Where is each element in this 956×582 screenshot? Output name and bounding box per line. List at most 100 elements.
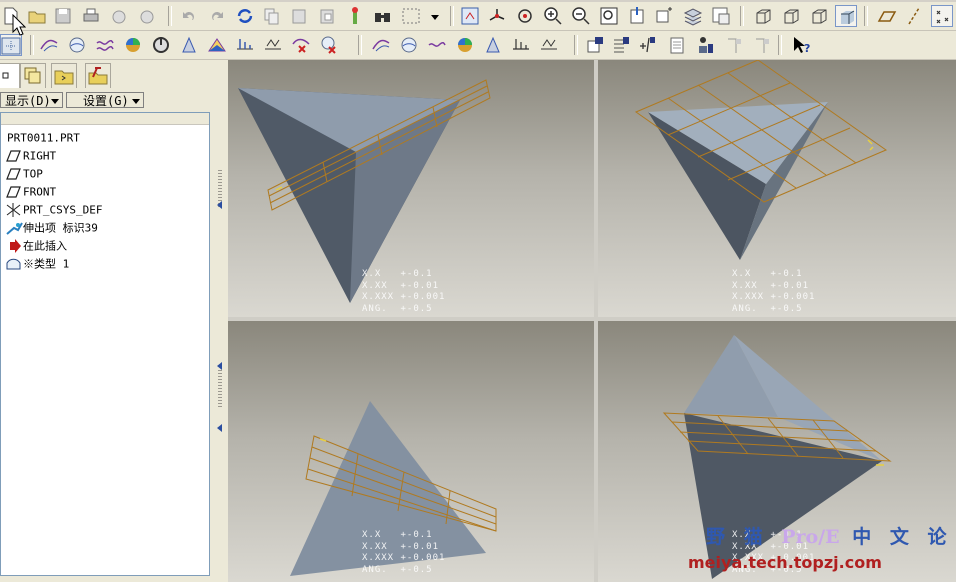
navigator-panel: 显示(D) 设置(G) PRT0011.PRT RIGHT TOP FRONT … (0, 60, 214, 582)
zoom-in-icon[interactable] (542, 5, 564, 27)
shaded-curvature-icon[interactable] (454, 34, 476, 56)
axis-display-icon[interactable] (903, 5, 925, 27)
orient-icon[interactable] (514, 5, 536, 27)
hidden-line-icon[interactable] (780, 5, 802, 27)
tree-node-top-plane[interactable]: TOP (5, 165, 43, 182)
sketch-icon[interactable] (178, 34, 200, 56)
datum-curve-icon[interactable] (94, 34, 116, 56)
chevron-down-icon (132, 99, 140, 104)
datum-plane-icon (5, 149, 23, 163)
tree-node-label: TOP (23, 167, 43, 181)
tolerance-line: X.X +-0.1 (362, 530, 433, 540)
dropdown-icon[interactable] (424, 5, 439, 27)
surface-analysis-icon[interactable] (290, 34, 312, 56)
named-view-icon[interactable] (682, 5, 704, 27)
tree-node-front-plane[interactable]: FRONT (5, 183, 56, 200)
zoom-out-icon[interactable] (570, 5, 592, 27)
spin-center-icon[interactable] (486, 5, 508, 27)
settings-menu[interactable]: 设置(G) (66, 92, 144, 108)
info-model-icon[interactable] (610, 34, 632, 56)
whats-this-icon[interactable]: ? (790, 34, 812, 56)
tree-node-label: PRT0011.PRT (7, 131, 80, 145)
reflection-icon[interactable] (510, 34, 532, 56)
layers-icon[interactable] (654, 5, 676, 27)
mail-icon[interactable] (136, 5, 158, 27)
brand-prefix: 野 猫 (706, 526, 769, 548)
datum-csys-icon[interactable] (150, 34, 172, 56)
open-icon[interactable] (26, 5, 48, 27)
copy-icon[interactable] (260, 5, 282, 27)
mouse-cursor-icon (12, 14, 26, 36)
plane-display-icon[interactable] (876, 5, 898, 27)
tolerance-block: X.X +-0.1 X.XX +-0.01 X.XXX +-0.001 ANG. +-… (732, 269, 815, 315)
folder-tab[interactable] (51, 63, 77, 88)
tree-node-csys[interactable]: PRT_CSYS_DEF (5, 201, 102, 218)
curvature-icon[interactable] (262, 34, 284, 56)
datum-point-icon[interactable] (122, 34, 144, 56)
info-feature-icon[interactable] (584, 34, 606, 56)
tolerance-line: X.X +-0.1 (732, 269, 803, 279)
datum-plane-icon[interactable] (38, 34, 60, 56)
slope-icon[interactable] (482, 34, 504, 56)
favorites-tab[interactable] (85, 63, 111, 88)
model-tree-icon[interactable] (710, 5, 732, 27)
refit-icon[interactable] (598, 5, 620, 27)
panel-splitter[interactable] (214, 60, 228, 582)
sketcher-grid-icon[interactable] (0, 34, 22, 56)
paste-icon[interactable] (288, 5, 310, 27)
find-icon[interactable] (372, 5, 394, 27)
viewport-bottom-left[interactable]: X.X +-0.1 X.XX +-0.01 X.XXX +-0.001 ANG. +-… (228, 321, 594, 582)
no-hidden-icon[interactable] (808, 5, 830, 27)
print-icon[interactable] (80, 5, 102, 27)
tree-node-label: PRT_CSYS_DEF (23, 203, 103, 217)
select-box-icon[interactable] (400, 5, 422, 27)
display-menu[interactable]: 显示(D) (0, 92, 63, 108)
layers-tab[interactable] (20, 63, 46, 88)
undo-icon[interactable] (178, 5, 200, 27)
repaint-icon[interactable] (626, 5, 648, 27)
regenerate-icon[interactable] (234, 5, 256, 27)
tree-node-right-plane[interactable]: RIGHT (5, 147, 56, 164)
point-display-icon[interactable] (931, 5, 953, 27)
tolerance-line: X.XXX +-0.001 (362, 292, 446, 302)
paste-special-icon[interactable] (316, 5, 338, 27)
analysis-measure-icon[interactable] (538, 34, 560, 56)
draft-analysis-icon[interactable] (318, 34, 340, 56)
collapse-left-icon[interactable] (217, 424, 222, 432)
tree-node-part[interactable]: PRT0011.PRT (0, 129, 80, 146)
tolerance-line: ANG. +-0.5 (362, 303, 433, 314)
wireframe-icon[interactable] (752, 5, 774, 27)
forum-url: meiya.tech.topzj.com (688, 553, 882, 572)
graphics-area[interactable]: X.X +-0.1 X.XX +-0.01 X.XXX +-0.001 ANG. +-… (228, 60, 956, 582)
measure-icon[interactable] (234, 34, 256, 56)
collapse-left-icon[interactable] (217, 201, 222, 209)
collapse-left-icon[interactable] (217, 362, 222, 370)
delete-icon[interactable] (344, 5, 366, 27)
save-icon[interactable] (52, 5, 74, 27)
insert-here-icon (5, 239, 23, 253)
splitter-grip[interactable] (218, 370, 222, 408)
analysis-curve-icon[interactable] (426, 34, 448, 56)
family-table-icon[interactable] (694, 34, 716, 56)
redo-icon[interactable] (206, 5, 228, 27)
analysis-icon[interactable] (206, 34, 228, 56)
model-tree-tab[interactable] (0, 63, 20, 88)
tree-node-insert-here[interactable]: 在此插入 (5, 237, 67, 254)
graph-icon[interactable] (398, 34, 420, 56)
display-menu-label: 显示(D) (5, 94, 51, 108)
relations-icon[interactable] (636, 34, 658, 56)
shading-icon[interactable] (835, 5, 857, 27)
view-manager-icon[interactable] (459, 5, 481, 27)
send-icon[interactable] (108, 5, 130, 27)
csys-icon (5, 203, 23, 217)
setup-icon[interactable] (722, 34, 744, 56)
tree-node-label: FRONT (23, 185, 57, 199)
tree-node-protrusion[interactable]: 伸出项 标识39 (5, 219, 98, 236)
datum-axis-icon[interactable] (66, 34, 88, 56)
viewport-top-left[interactable]: X.X +-0.1 X.XX +-0.01 X.XXX +-0.001 ANG. +-… (228, 60, 594, 317)
viewport-top-right[interactable]: X.X +-0.1 X.XX +-0.01 X.XXX +-0.001 ANG. +-… (598, 60, 956, 317)
dihedral-icon[interactable] (370, 34, 392, 56)
tree-node-feature-type[interactable]: ※类型 1 (5, 255, 69, 272)
parameters-icon[interactable] (666, 34, 688, 56)
program-icon[interactable] (750, 34, 772, 56)
